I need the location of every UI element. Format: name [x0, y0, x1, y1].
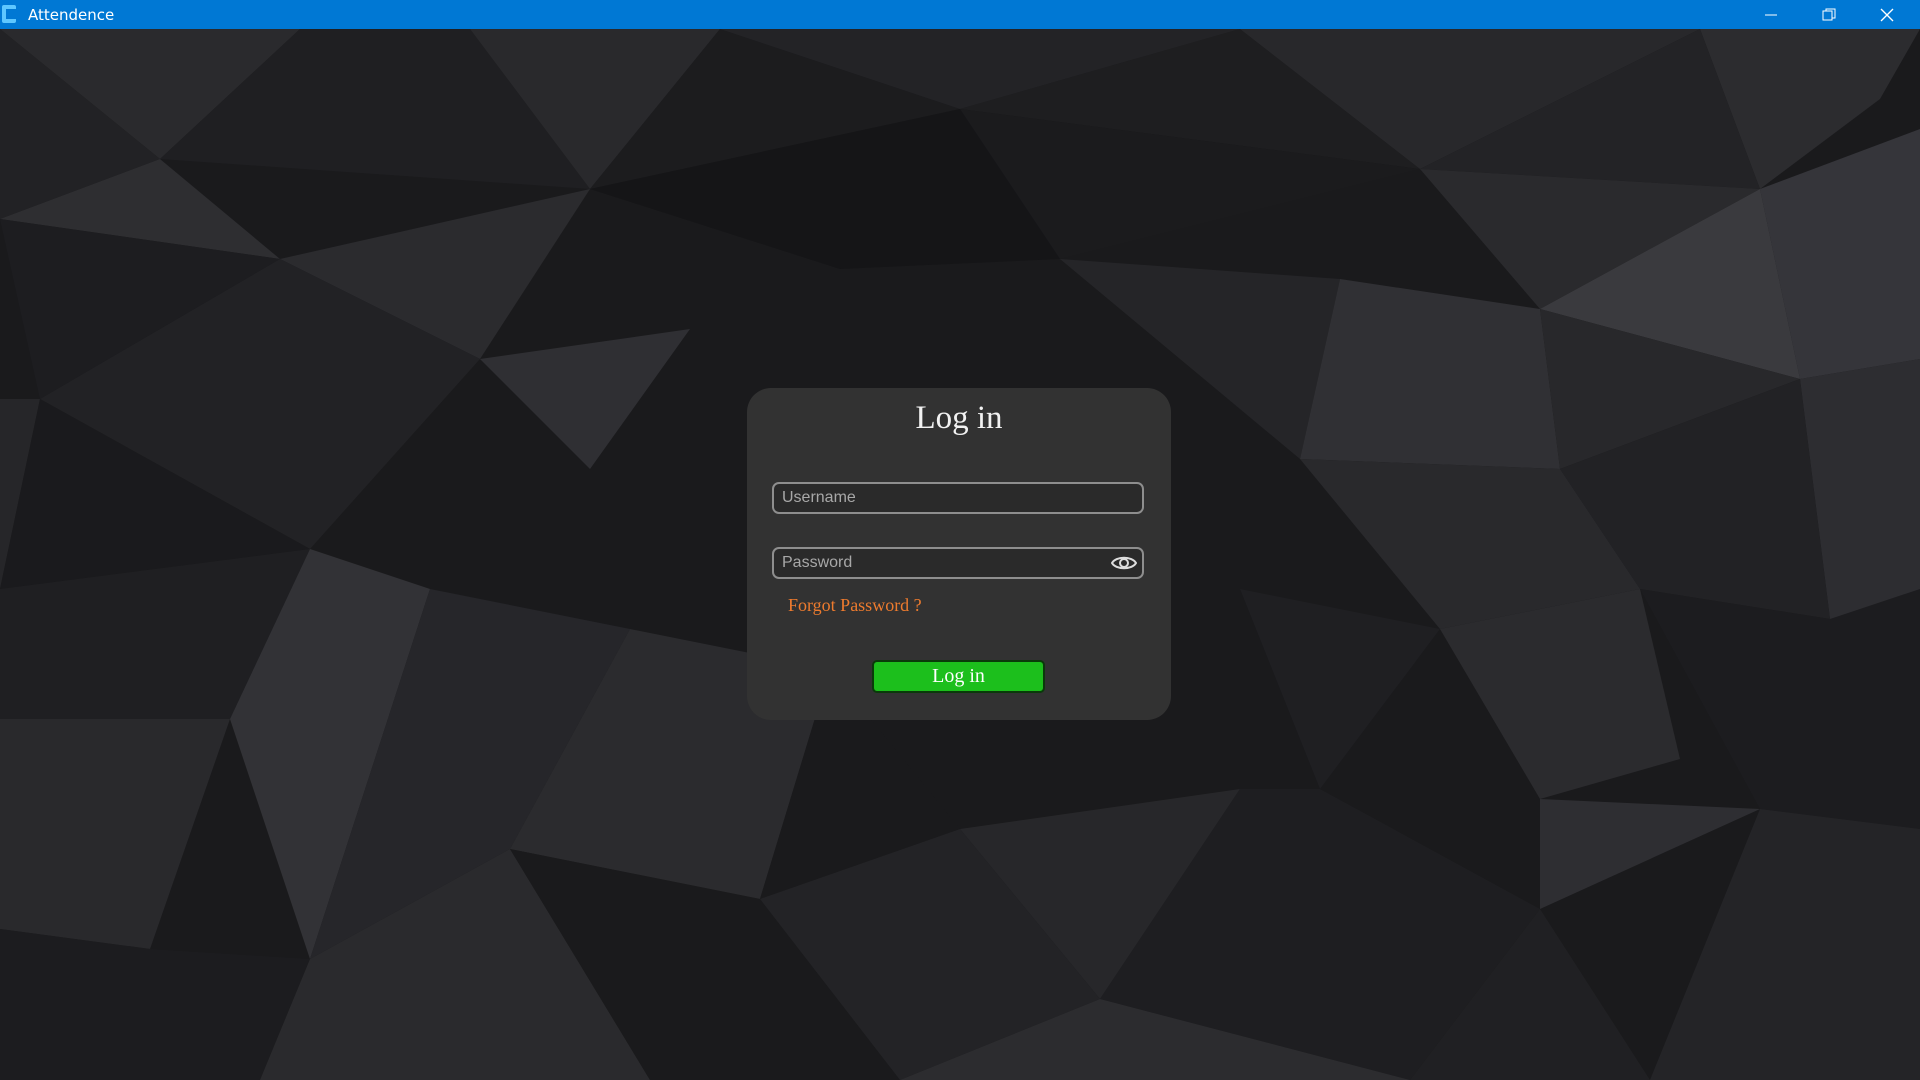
close-icon	[1880, 8, 1894, 22]
login-title: Log in	[915, 400, 1003, 436]
username-field[interactable]	[772, 482, 1144, 514]
eye-icon[interactable]	[1110, 551, 1138, 575]
restore-icon	[1822, 8, 1836, 22]
minimize-icon	[1765, 9, 1777, 21]
login-card: Log in Forgot Password ? Log in	[747, 388, 1171, 720]
login-button[interactable]: Log in	[872, 660, 1045, 693]
forgot-password-link[interactable]: Forgot Password ?	[788, 595, 922, 616]
app-icon	[2, 5, 16, 23]
username-input[interactable]	[774, 484, 1142, 512]
password-field[interactable]	[772, 547, 1144, 579]
close-button[interactable]	[1858, 0, 1916, 29]
restore-button[interactable]	[1800, 0, 1858, 29]
window-title: Attendence	[28, 6, 115, 24]
minimize-button[interactable]	[1742, 0, 1800, 29]
window-titlebar: Attendence	[0, 0, 1920, 29]
password-input[interactable]	[774, 549, 1142, 577]
